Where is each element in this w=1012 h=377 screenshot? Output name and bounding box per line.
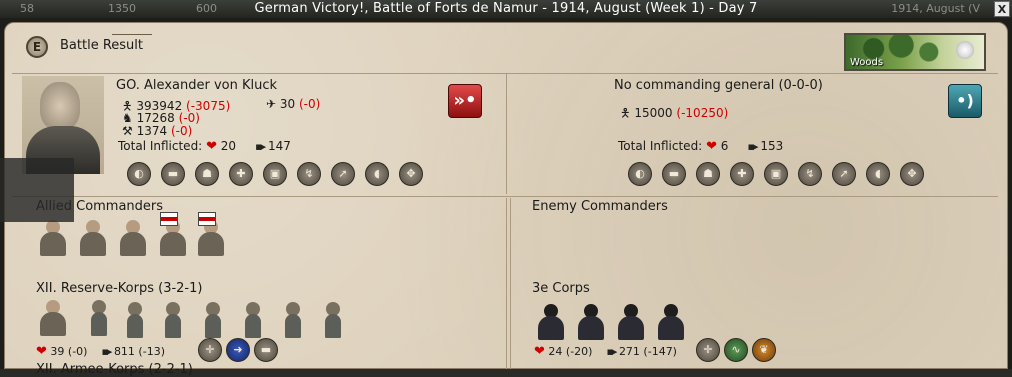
ability-icon-7[interactable]: ➚: [331, 162, 355, 186]
flag-icon: [198, 212, 216, 226]
retreat-button[interactable]: •): [948, 84, 982, 118]
infantry-unit[interactable]: [158, 300, 188, 338]
allied-commander-1[interactable]: [38, 218, 68, 256]
attack-button[interactable]: »•: [448, 84, 482, 118]
fast-forward-icon: »•: [453, 90, 477, 111]
ability-icon-2[interactable]: ▬: [161, 162, 185, 186]
movement-icon[interactable]: ➜: [226, 338, 250, 362]
corps-hq-unit[interactable]: [84, 298, 114, 336]
enemy-commanders-title: Enemy Commanders: [532, 199, 668, 214]
right-general-name: No commanding general (0-0-0): [614, 78, 823, 93]
enemy-ability-icon-2[interactable]: ▬: [662, 162, 686, 186]
left-general-name: GO. Alexander von Kluck: [116, 78, 278, 93]
enemy-infantry-unit[interactable]: [576, 302, 606, 340]
cross-icon[interactable]: ✛: [198, 338, 222, 362]
infantry-unit[interactable]: [238, 300, 268, 338]
close-button[interactable]: X: [994, 1, 1010, 17]
ability-icon-5[interactable]: ▣: [263, 162, 287, 186]
ability-icon-9[interactable]: ✥: [399, 162, 423, 186]
shots-icon: ▪▸: [606, 345, 617, 358]
enemy-ability-icon-8[interactable]: ◖: [866, 162, 890, 186]
left-aircraft-row: ✈ 30 (-0): [266, 97, 321, 111]
heart-icon: ❤: [534, 344, 545, 359]
allied-commander-3[interactable]: [118, 218, 148, 256]
heart-icon: ❤: [36, 344, 47, 359]
date-display: 1914, August (V: [891, 2, 980, 15]
divider-vertical-top: [506, 74, 507, 194]
enemy-ability-icon-1[interactable]: ◐: [628, 162, 652, 186]
wave-icon[interactable]: ∿: [724, 338, 748, 362]
infantry-unit[interactable]: [120, 300, 150, 338]
aircraft-icon: ✈: [266, 97, 277, 111]
shots-icon: ▪▸: [747, 140, 759, 153]
divider-vertical-bottom: [506, 198, 507, 369]
enemy-corps-stats: ❤ 24 (-20) ▪▸ 271 (-147): [534, 344, 677, 359]
ability-icon-8[interactable]: ◖: [365, 162, 389, 186]
left-total-inflicted: Total Inflicted: ❤ 20 ▪▸ 147: [118, 139, 291, 154]
supply-icon[interactable]: ▬: [254, 338, 278, 362]
leaf-icon[interactable]: ❦: [752, 338, 776, 362]
enemy-ability-icon-7[interactable]: ➚: [832, 162, 856, 186]
enemy-infantry-unit[interactable]: [616, 302, 646, 340]
top-status-bar: 58 1350 600 German Victory!, Battle of F…: [0, 0, 1012, 18]
enemy-ability-icon-3[interactable]: ☗: [696, 162, 720, 186]
heart-icon: ❤: [206, 139, 217, 154]
right-total-inflicted: Total Inflicted: ❤ 6 ▪▸ 153: [618, 139, 784, 154]
cross-icon[interactable]: ✛: [696, 338, 720, 362]
enemy-corps-title: 3e Corps: [532, 281, 590, 296]
divider-vertical-bottom-2: [510, 198, 511, 369]
e-badge-icon[interactable]: E: [26, 36, 48, 58]
infantry-unit[interactable]: [278, 300, 308, 338]
side-tab-overlay[interactable]: [0, 158, 74, 222]
shots-icon: ▪▸: [101, 345, 112, 358]
divider-mid: [12, 196, 998, 197]
infantry-unit[interactable]: [318, 300, 348, 338]
right-infantry-row: 🯅 15000 (-10250): [620, 106, 729, 120]
weather-sun-icon: [956, 41, 974, 59]
shots-icon: ▪▸: [255, 140, 266, 153]
terrain-label: Woods: [850, 57, 884, 68]
infantry-unit[interactable]: [198, 300, 228, 338]
ability-icon-1[interactable]: ◐: [127, 162, 151, 186]
corps-2-title: XII. Armee-Korps (2-2-1): [36, 362, 193, 377]
enemy-infantry-unit[interactable]: [536, 302, 566, 340]
header-divider: [112, 34, 152, 35]
enemy-ability-icon-4[interactable]: ✚: [730, 162, 754, 186]
ability-icon-4[interactable]: ✚: [229, 162, 253, 186]
heart-icon: ❤: [706, 139, 717, 154]
left-artillery-row: ⚒ 1374 (-0): [122, 124, 193, 138]
allied-commander-2[interactable]: [78, 218, 108, 256]
cavalry-icon: ♞: [122, 111, 133, 125]
signal-icon: •): [956, 91, 974, 110]
corps-commander-portrait[interactable]: [38, 298, 68, 336]
corps-1-title: XII. Reserve-Korps (3-2-1): [36, 281, 203, 296]
corps-1-stats: ❤ 39 (-0) ▪▸ 811 (-13): [36, 344, 165, 359]
terrain-image: Woods: [844, 33, 986, 71]
left-cavalry-row: ♞ 17268 (-0): [122, 111, 200, 125]
panel-title: Battle Result: [60, 38, 143, 53]
divider-top: [12, 73, 998, 74]
flag-icon: [160, 212, 178, 226]
enemy-ability-icon-9[interactable]: ✥: [900, 162, 924, 186]
ability-icon-3[interactable]: ☗: [195, 162, 219, 186]
enemy-ability-icon-6[interactable]: ↯: [798, 162, 822, 186]
window-title: German Victory!, Battle of Forts de Namu…: [254, 1, 758, 16]
enemy-infantry-unit[interactable]: [656, 302, 686, 340]
artillery-icon: ⚒: [122, 124, 133, 138]
infantry-icon: 🯅: [620, 106, 631, 120]
enemy-ability-icon-5[interactable]: ▣: [764, 162, 788, 186]
ability-icon-6[interactable]: ↯: [297, 162, 321, 186]
